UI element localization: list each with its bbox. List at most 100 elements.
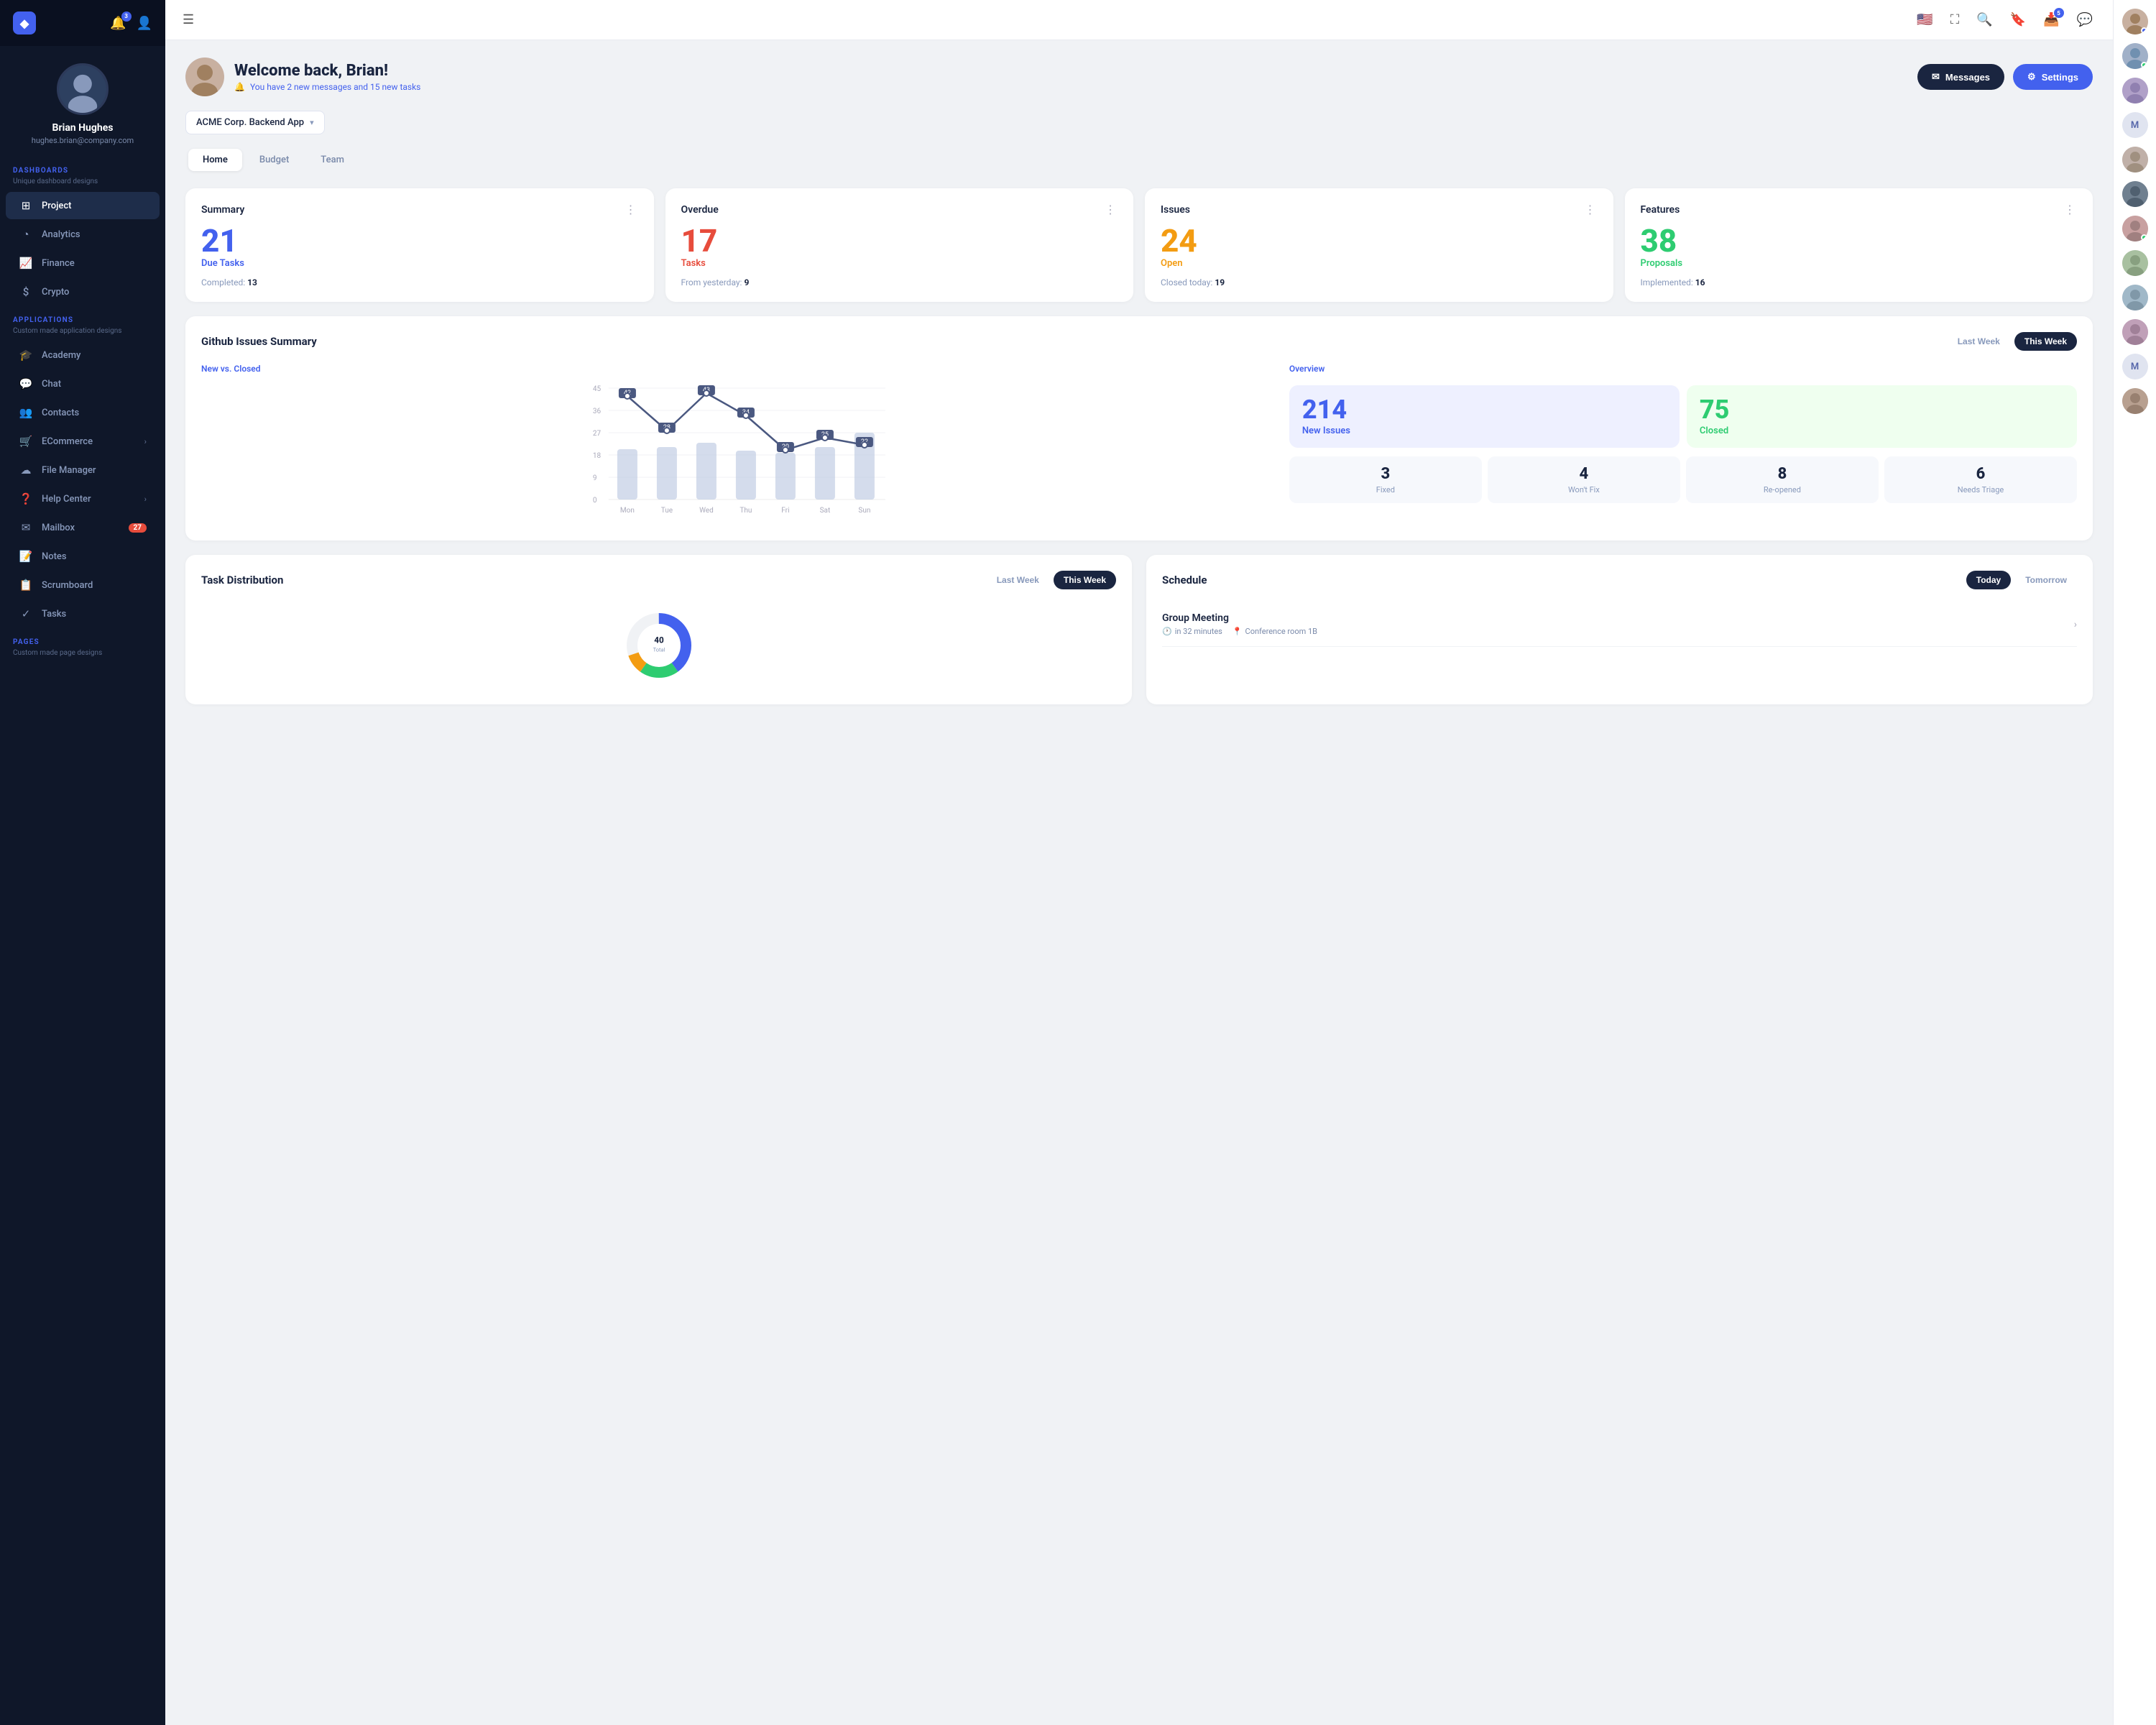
right-panel-avatar-3[interactable] (2122, 78, 2148, 104)
svg-text:Sat: Sat (820, 507, 831, 515)
right-panel-initial-m2[interactable]: M (2122, 354, 2148, 380)
right-panel-avatar-1[interactable] (2122, 9, 2148, 34)
main-content: ☰ 🇺🇸 ⛶ 🔍 🔖 📥 5 💬 Welco (165, 0, 2113, 1725)
welcome-title: Welcome back, Brian! (234, 62, 420, 80)
fullscreen-icon[interactable]: ⛶ (1948, 9, 1963, 30)
right-panel-initial-m1[interactable]: M (2122, 112, 2148, 138)
svg-text:Mon: Mon (620, 507, 635, 515)
sidebar-item-finance[interactable]: 📈 Finance (6, 249, 160, 277)
github-content: New vs. Closed 45 36 27 18 9 0 (201, 364, 2077, 525)
closed-number: 75 (1700, 397, 2064, 423)
card-menu-icon[interactable]: ⋮ (1105, 203, 1118, 216)
right-panel-avatar-5[interactable] (2122, 181, 2148, 207)
wont-fix-number: 4 (1493, 465, 1674, 483)
task-dist-week-toggle: Last Week This Week (987, 571, 1116, 589)
chart-container: 45 36 27 18 9 0 (201, 381, 1275, 525)
schedule-section: Schedule Today Tomorrow Group Meeting 🕐 … (1146, 555, 2093, 704)
today-button[interactable]: Today (1966, 571, 2011, 589)
card-header: Features ⋮ (1641, 203, 2078, 216)
sidebar-item-project[interactable]: ⊞ Project (6, 192, 160, 219)
profile-name: Brian Hughes (52, 122, 114, 134)
svg-text:Wed: Wed (699, 507, 714, 515)
sidebar-item-chat[interactable]: 💬 Chat (6, 370, 160, 397)
sidebar-item-tasks[interactable]: ✓ Tasks (6, 600, 160, 627)
sidebar-item-file-manager[interactable]: ☁ File Manager (6, 456, 160, 484)
sidebar-item-analytics[interactable]: ◔ Analytics (6, 221, 160, 248)
right-panel-avatar-8[interactable] (2122, 285, 2148, 310)
app-logo[interactable]: ◆ (13, 12, 36, 34)
needs-triage-label: Needs Triage (1890, 485, 2071, 494)
schedule-event-title: Group Meeting (1162, 612, 1317, 624)
svg-text:18: 18 (593, 452, 602, 460)
sidebar-item-help-center[interactable]: ❓ Help Center › (6, 485, 160, 512)
right-panel-avatar-7[interactable] (2122, 250, 2148, 276)
tab-team[interactable]: Team (306, 149, 359, 171)
sidebar-item-mailbox[interactable]: ✉ Mailbox 27 (6, 514, 160, 541)
task-dist-header: Task Distribution Last Week This Week (201, 571, 1116, 589)
tab-budget[interactable]: Budget (245, 149, 303, 171)
card-sub: Completed: 13 (201, 277, 638, 288)
hamburger-menu-button[interactable]: ☰ (183, 12, 194, 27)
summary-card: Summary ⋮ 21 Due Tasks Completed: 13 (185, 188, 654, 302)
last-week-button[interactable]: Last Week (1948, 332, 2010, 351)
task-dist-last-week-button[interactable]: Last Week (987, 571, 1049, 589)
card-label: Open (1161, 258, 1598, 269)
right-panel-avatar-6[interactable] (2122, 216, 2148, 242)
crypto-icon: $ (19, 285, 33, 298)
applications-section-sub: Custom made application designs (0, 327, 165, 341)
notifications-button[interactable]: 🔔 3 (110, 16, 126, 31)
card-menu-icon[interactable]: ⋮ (2064, 203, 2077, 216)
tab-home[interactable]: Home (188, 149, 242, 171)
welcome-header: Welcome back, Brian! 🔔 You have 2 new me… (185, 58, 2093, 96)
card-menu-icon[interactable]: ⋮ (1585, 203, 1598, 216)
chart-area: New vs. Closed 45 36 27 18 9 0 (201, 364, 1275, 525)
sidebar-item-notes[interactable]: 📝 Notes (6, 543, 160, 570)
messages-button[interactable]: ✉ Messages (1917, 64, 2004, 90)
sidebar-item-label: Tasks (42, 609, 66, 620)
pages-section-sub: Custom made page designs (0, 649, 165, 663)
user-search-button[interactable]: 👤 (137, 16, 152, 31)
card-menu-icon[interactable]: ⋮ (625, 203, 638, 216)
project-selector[interactable]: ACME Corp. Backend App ▾ (185, 111, 325, 134)
overview-bottom-cards: 3 Fixed 4 Won't Fix 8 Re-opened 6 (1289, 456, 2077, 503)
task-dist-this-week-button[interactable]: This Week (1054, 571, 1116, 589)
inbox-button[interactable]: 📥 5 (2040, 9, 2062, 30)
schedule-event-time: 🕐 in 32 minutes (1162, 627, 1222, 636)
sidebar-item-crypto[interactable]: $ Crypto (6, 278, 160, 305)
inbox-badge: 5 (2054, 8, 2064, 18)
tomorrow-button[interactable]: Tomorrow (2015, 571, 2077, 589)
settings-button[interactable]: ⚙ Settings (2013, 64, 2093, 90)
right-panel-avatar-2[interactable] (2122, 43, 2148, 69)
right-panel-avatar-9[interactable] (2122, 319, 2148, 345)
dashboards-section-sub: Unique dashboard designs (0, 178, 165, 191)
bookmark-icon[interactable]: 🔖 (2007, 9, 2029, 30)
new-issues-number: 214 (1302, 397, 1667, 423)
project-icon: ⊞ (19, 199, 33, 212)
schedule-event: Group Meeting 🕐 in 32 minutes 📍 Conferen… (1162, 602, 2077, 647)
wont-fix-label: Won't Fix (1493, 485, 1674, 494)
needs-triage-number: 6 (1890, 465, 2071, 483)
card-title: Features (1641, 204, 1680, 216)
chevron-down-icon: ▾ (310, 118, 314, 127)
flag-icon[interactable]: 🇺🇸 (1914, 9, 1935, 30)
right-panel-avatar-10[interactable] (2122, 388, 2148, 414)
welcome-actions: ✉ Messages ⚙ Settings (1917, 64, 2093, 90)
right-panel-avatar-4[interactable] (2122, 147, 2148, 172)
chevron-right-icon-schedule[interactable]: › (2074, 619, 2077, 630)
search-icon[interactable]: 🔍 (1973, 9, 1995, 30)
this-week-button[interactable]: This Week (2014, 332, 2077, 351)
sidebar-item-contacts[interactable]: 👥 Contacts (6, 399, 160, 426)
chat-topbar-icon[interactable]: 💬 (2074, 9, 2096, 30)
features-card: Features ⋮ 38 Proposals Implemented: 16 (1625, 188, 2093, 302)
sidebar-item-scrumboard[interactable]: 📋 Scrumboard (6, 571, 160, 599)
sidebar-item-label: Help Center (42, 494, 91, 505)
card-label: Due Tasks (201, 258, 638, 269)
github-issues-section: Github Issues Summary Last Week This Wee… (185, 316, 2093, 540)
sidebar-item-academy[interactable]: 🎓 Academy (6, 341, 160, 369)
schedule-title: Schedule (1162, 574, 1207, 586)
mailbox-badge: 27 (129, 523, 147, 533)
overview-top-cards: 214 New Issues 75 Closed (1289, 385, 2077, 448)
card-header: Summary ⋮ (201, 203, 638, 216)
sidebar-item-ecommerce[interactable]: 🛒 ECommerce › (6, 428, 160, 455)
sidebar-item-label: File Manager (42, 465, 96, 476)
